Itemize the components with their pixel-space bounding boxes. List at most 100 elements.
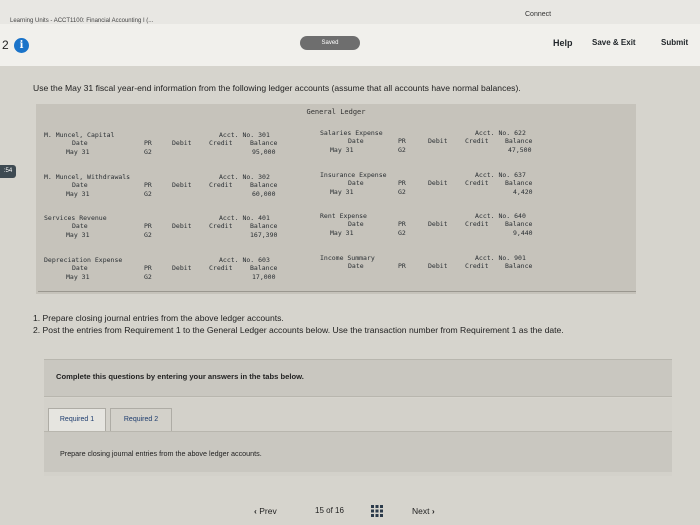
col-debit: Debit — [428, 220, 448, 228]
row-date: May 31 — [330, 146, 354, 154]
help-button[interactable]: Help — [553, 38, 573, 48]
col-pr: PR — [398, 262, 406, 270]
account-name: Salaries Expense — [320, 129, 383, 137]
col-pr: PR — [398, 220, 406, 228]
ledger-account: Rent Expense Acct. No. 640 Date PR Debit… — [320, 212, 585, 248]
row-balance: 47,500 — [508, 146, 532, 154]
account-name: Depreciation Expense — [44, 256, 123, 264]
ledger-account: Services Revenue Acct. No. 401 Date PR D… — [44, 214, 309, 250]
account-name: Insurance Expense — [320, 171, 387, 179]
row-date: May 31 — [66, 148, 90, 156]
col-debit: Debit — [428, 179, 448, 187]
row-balance: 60,000 — [252, 190, 276, 198]
chevron-left-icon: ‹ — [254, 506, 257, 516]
col-balance: Balance — [505, 220, 533, 228]
col-credit: Credit — [209, 139, 233, 147]
ledger-title: General Ledger — [306, 108, 366, 116]
col-debit: Debit — [172, 264, 192, 272]
ledger-account: Income Summary Acct. No. 901 Date PR Deb… — [320, 254, 585, 290]
page-indicator: 15 of 16 — [315, 506, 344, 515]
row-balance: 17,000 — [252, 273, 276, 281]
col-date: Date — [72, 222, 88, 230]
account-number: Acct. No. 622 — [475, 129, 526, 137]
ledger-account: Insurance Expense Acct. No. 637 Date PR … — [320, 171, 585, 207]
page-of: of — [326, 506, 333, 515]
col-debit: Debit — [172, 139, 192, 147]
requirement-2: 2. Post the entries from Requirement 1 t… — [33, 324, 564, 335]
col-credit: Credit — [465, 262, 489, 270]
row-pr: G2 — [144, 231, 152, 239]
col-date: Date — [348, 137, 364, 145]
account-name: M. Muncel, Capital — [44, 131, 115, 139]
col-balance: Balance — [250, 181, 278, 189]
col-debit: Debit — [172, 181, 192, 189]
col-balance: Balance — [505, 262, 533, 270]
row-date: May 31 — [330, 229, 354, 237]
row-balance: 167,390 — [250, 231, 278, 239]
submit-button[interactable]: Submit — [661, 38, 688, 47]
ledger-account: Salaries Expense Acct. No. 622 Date PR D… — [320, 129, 585, 165]
account-name: Income Summary — [320, 254, 375, 262]
account-name: Rent Expense — [320, 212, 367, 220]
row-balance: 9,440 — [513, 229, 533, 237]
ledger-account: Depreciation Expense Acct. No. 603 Date … — [44, 256, 309, 292]
col-pr: PR — [144, 139, 152, 147]
prev-button[interactable]: ‹ Prev — [254, 506, 277, 516]
ledger-account: M. Muncel, Withdrawals Acct. No. 302 Dat… — [44, 173, 309, 209]
requirements: 1. Prepare closing journal entries from … — [33, 313, 673, 336]
ledger-account: M. Muncel, Capital Acct. No. 301 Date PR… — [44, 131, 309, 167]
account-number: Acct. No. 603 — [219, 256, 270, 264]
chevron-right-icon: › — [431, 506, 435, 516]
page-total: 16 — [335, 506, 344, 515]
connect-logo: Connect — [525, 11, 552, 18]
col-debit: Debit — [428, 137, 448, 145]
col-date: Date — [348, 220, 364, 228]
col-credit: Credit — [465, 179, 489, 187]
col-pr: PR — [144, 264, 152, 272]
account-number: Acct. No. 640 — [475, 212, 526, 220]
page-current: 15 — [315, 506, 324, 515]
col-pr: PR — [144, 222, 152, 230]
row-balance: 4,420 — [513, 188, 533, 196]
row-balance: 95,000 — [252, 148, 276, 156]
row-date: May 31 — [66, 273, 90, 281]
col-balance: Balance — [505, 137, 533, 145]
col-credit: Credit — [209, 181, 233, 189]
col-date: Date — [72, 264, 88, 272]
col-date: Date — [72, 139, 88, 147]
col-credit: Credit — [209, 222, 233, 230]
col-credit: Credit — [209, 264, 233, 272]
tab-required-2[interactable]: Required 2 — [110, 408, 172, 432]
instruction-text: Use the May 31 fiscal year-end informati… — [33, 83, 521, 93]
prev-label: Prev — [259, 506, 277, 516]
tab-instruction: Prepare closing journal entries from the… — [60, 449, 262, 458]
grid-icon[interactable] — [371, 505, 383, 517]
col-date: Date — [72, 181, 88, 189]
col-debit: Debit — [172, 222, 192, 230]
col-pr: PR — [398, 137, 406, 145]
account-number: Acct. No. 301 — [219, 131, 270, 139]
timer-badge: :54 — [0, 165, 16, 178]
complete-prompt: Complete this questions by entering your… — [56, 372, 304, 381]
info-icon[interactable]: i — [14, 38, 29, 53]
next-button[interactable]: Next › — [412, 506, 435, 516]
row-date: May 31 — [66, 231, 90, 239]
col-balance: Balance — [505, 179, 533, 187]
account-name: Services Revenue — [44, 214, 107, 222]
row-date: May 31 — [66, 190, 90, 198]
requirement-1: 1. Prepare closing journal entries from … — [33, 313, 284, 323]
col-credit: Credit — [465, 220, 489, 228]
account-number: Acct. No. 401 — [219, 214, 270, 222]
tab-required-1[interactable]: Required 1 — [48, 408, 106, 432]
col-balance: Balance — [250, 139, 278, 147]
save-exit-button[interactable]: Save & Exit — [592, 38, 636, 47]
row-pr: G2 — [398, 229, 406, 237]
col-credit: Credit — [465, 137, 489, 145]
ledger-divider — [38, 291, 636, 292]
col-balance: Balance — [250, 264, 278, 272]
col-pr: PR — [398, 179, 406, 187]
next-label: Next — [412, 506, 430, 516]
row-date: May 31 — [330, 188, 354, 196]
account-number: Acct. No. 637 — [475, 171, 526, 179]
row-pr: G2 — [144, 190, 152, 198]
